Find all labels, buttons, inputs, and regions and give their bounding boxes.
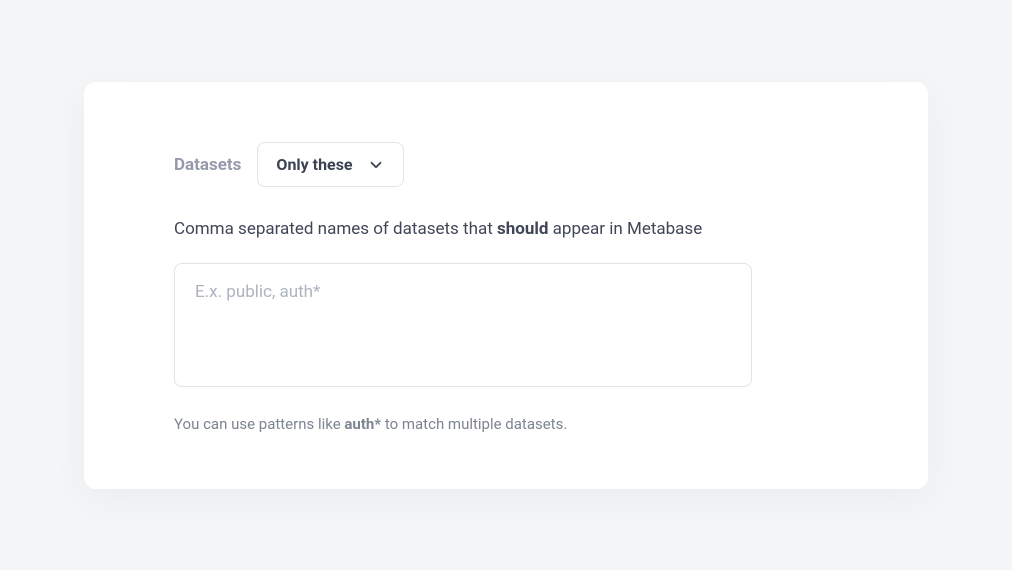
desc-prefix: Comma separated names of datasets that <box>174 219 497 239</box>
datasets-dropdown-label: Only these <box>276 155 352 174</box>
desc-suffix: appear in Metabase <box>548 219 702 239</box>
datasets-description: Comma separated names of datasets that s… <box>174 219 838 239</box>
datasets-label: Datasets <box>174 155 241 175</box>
jvm-timezone-toggle[interactable] <box>786 483 838 489</box>
datasets-hint: You can use patterns like auth* to match… <box>174 415 838 433</box>
desc-bold: should <box>497 219 548 239</box>
chevron-down-icon <box>367 156 385 174</box>
hint-bold: auth* <box>344 415 381 433</box>
datasets-row: Datasets Only these <box>174 142 838 187</box>
jvm-title: Use the Java Virtual Machine (JVM) timez… <box>174 487 838 489</box>
fade-overlay <box>84 429 928 489</box>
jvm-timezone-setting: Use the Java Virtual Machine (JVM) timez… <box>174 487 838 489</box>
hint-prefix: You can use patterns like <box>174 415 344 433</box>
datasets-input[interactable] <box>174 263 752 387</box>
datasets-dropdown[interactable]: Only these <box>257 142 403 187</box>
hint-suffix: to match multiple datasets. <box>381 415 567 433</box>
settings-card: Datasets Only these Comma separated name… <box>84 82 928 489</box>
toggle-knob <box>789 486 811 489</box>
